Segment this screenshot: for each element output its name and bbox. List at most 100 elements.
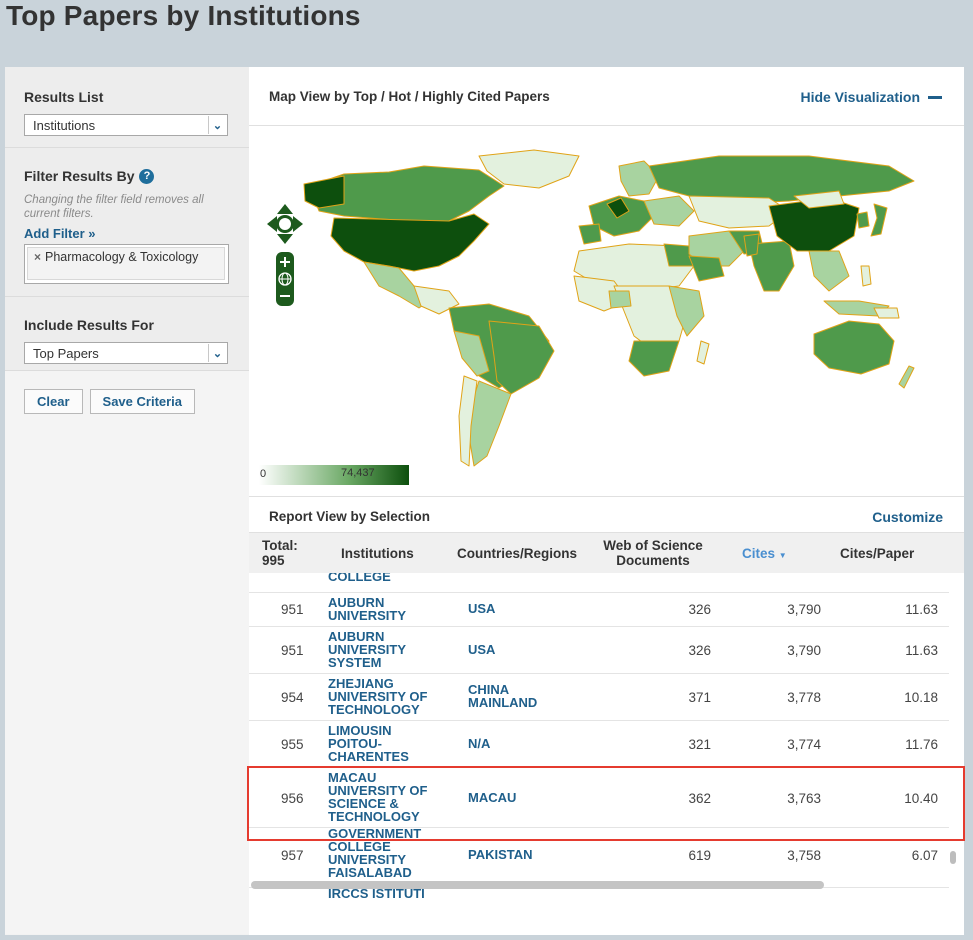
rank: 955 [281,737,304,752]
documents-value[interactable]: 326 [688,643,711,658]
total-value: 995 [262,553,285,568]
map-navigation-control[interactable] [265,202,305,312]
world-map[interactable] [249,126,964,496]
map-se-asia [808,250,850,292]
country-name[interactable]: PAKISTAN [468,848,533,861]
documents-value[interactable]: 362 [688,791,711,806]
horizontal-scrollbar[interactable] [251,881,824,889]
country-name[interactable]: CHINA MAINLAND [468,683,558,709]
actions-section: Clear Save Criteria [5,371,249,934]
include-heading: Include Results For [24,317,154,333]
results-table[interactable]: COLLEGE 951 AUBURN UNIVERSITY USA 326 3,… [249,573,964,901]
country-name[interactable]: N/A [468,737,490,750]
filter-heading: Filter Results By [24,168,135,184]
map-png [873,307,900,319]
institution-name[interactable]: ZHEJIANG UNIVERSITY OF TECHNOLOGY [328,677,448,716]
vertical-scrollbar[interactable] [950,851,956,864]
cites-per-paper-value: 6.07 [911,848,938,863]
chevron-down-icon[interactable]: ⌄ [208,116,226,134]
cites-per-paper-value: 11.63 [905,643,938,658]
table-row: 954 ZHEJIANG UNIVERSITY OF TECHNOLOGY CH… [249,674,949,721]
documents-value[interactable]: 321 [688,737,711,752]
rank: 956 [281,791,304,806]
cites-value: 3,774 [787,737,821,752]
filter-box: × Pharmacology & Toxicology [24,244,229,284]
cites-value: 3,778 [787,690,821,705]
table-row: 951 AUBURN UNIVERSITY USA 326 3,790 11.6… [249,593,949,627]
cites-per-paper-value: 10.18 [904,690,938,705]
institutions-header[interactable]: Institutions [341,546,414,561]
clear-button[interactable]: Clear [24,389,83,414]
institution-name[interactable]: IRCCS ISTITUTI FISIOTERAPICI [328,887,448,901]
results-list-heading: Results List [24,89,104,105]
hide-visualization-link[interactable]: Hide Visualization [800,89,942,105]
rank: 954 [281,690,304,705]
table-header: Total: 995 Institutions Countries/Region… [249,533,964,573]
help-icon[interactable]: ? [139,168,155,184]
add-filter-link[interactable]: Add Filter » [24,226,230,241]
map-iberia [578,223,602,245]
map-usa [330,213,490,272]
map-korea [856,211,870,229]
country-name[interactable]: USA [468,643,495,656]
map-japan [870,203,888,237]
cites-value: 3,790 [787,643,821,658]
cites-per-paper-value: 11.76 [905,737,938,752]
save-criteria-button[interactable]: Save Criteria [89,389,196,414]
institution-name[interactable]: AUBURN UNIVERSITY SYSTEM [328,630,448,669]
country-name[interactable]: MACAU [468,791,516,804]
button-row: Clear Save Criteria [24,389,230,414]
sort-desc-icon: ▼ [778,551,787,560]
rank: 951 [281,643,304,658]
map-area[interactable]: 0 74,437 [249,126,964,496]
results-list-select[interactable]: Institutions ⌄ [24,114,228,136]
report-header: Report View by Selection Customize [249,496,964,533]
table-row: 957 GOVERNMENT COLLEGE UNIVERSITY FAISAL… [249,827,949,888]
cites-header[interactable]: Cites ▼ [742,546,787,561]
cites-per-paper-value: 10.40 [904,791,938,806]
results-list-section: Results List Institutions ⌄ [5,67,249,148]
cites-header-label: Cites [742,546,776,561]
documents-value[interactable]: 326 [688,602,711,617]
total-header: Total: 995 [262,538,298,568]
hide-visualization-label: Hide Visualization [800,89,920,105]
cites-value: 3,758 [787,848,821,863]
table-row: 955 LIMOUSIN POITOU-CHARENTES N/A 321 3,… [249,721,949,768]
table-row-selected: 956 MACAU UNIVERSITY OF SCIENCE & TECHNO… [249,768,949,828]
map-pakistan [743,233,760,257]
rank: 951 [281,602,304,617]
filter-chip: × Pharmacology & Toxicology [27,247,225,280]
filter-note: Changing the filter field removes all cu… [24,194,204,220]
sidebar: Results List Institutions ⌄ Filter Resul… [5,67,249,935]
include-select[interactable]: Top Papers ⌄ [24,342,228,364]
institution-name[interactable]: AUBURN UNIVERSITY [328,596,448,622]
map-russia [648,155,915,205]
institution-name[interactable]: MACAU UNIVERSITY OF SCIENCE & TECHNOLOGY [328,771,448,823]
institution-name[interactable]: LIMOUSIN POITOU-CHARENTES [328,724,423,763]
documents-header[interactable]: Web of Science Documents [597,538,709,568]
customize-link[interactable]: Customize [872,509,943,525]
map-saudi-arabia [688,255,725,282]
map-header: Map View by Top / Hot / Highly Cited Pap… [249,67,964,126]
map-australia [813,320,895,375]
cites-per-paper-header[interactable]: Cites/Paper [840,546,914,561]
include-value: Top Papers [33,346,99,361]
filter-heading-row: Filter Results By ? [24,168,230,184]
institution-name[interactable]: COLLEGE [328,573,448,583]
institution-name[interactable]: GOVERNMENT COLLEGE UNIVERSITY FAISALABAD [328,827,438,879]
chevron-down-icon[interactable]: ⌄ [208,344,226,362]
map-alaska [303,175,345,209]
documents-value[interactable]: 371 [688,690,711,705]
cites-value: 3,790 [787,602,821,617]
results-list-value: Institutions [33,118,96,133]
documents-value[interactable]: 619 [688,848,711,863]
remove-filter-icon[interactable]: × [34,251,41,279]
map-new-zealand [898,365,915,389]
map-eastern-europe [643,195,695,227]
filter-section: Filter Results By ? Changing the filter … [5,148,249,297]
country-name[interactable]: USA [468,602,495,615]
rank: 957 [281,848,304,863]
countries-header[interactable]: Countries/Regions [457,546,577,561]
total-label: Total: [262,538,298,553]
page-title: Top Papers by Institutions [6,0,361,31]
